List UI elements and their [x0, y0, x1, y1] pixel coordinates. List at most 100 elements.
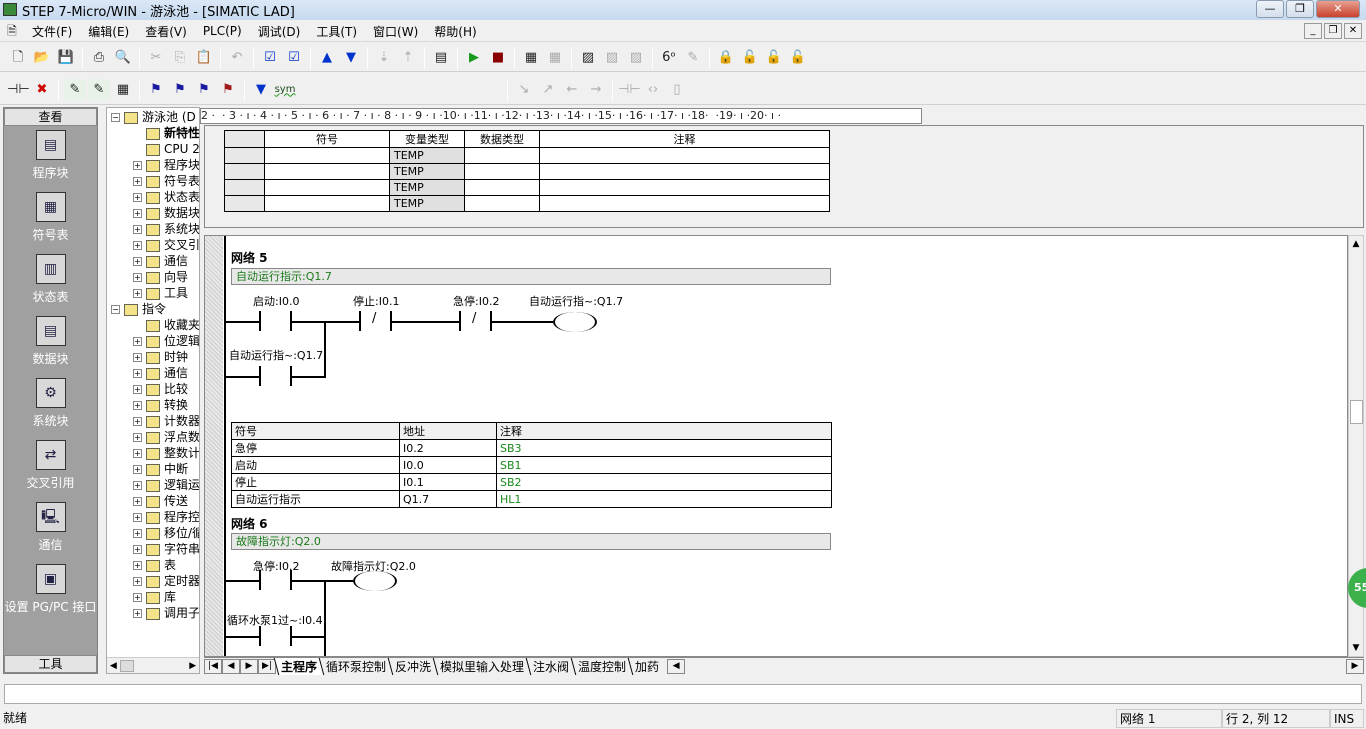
- program-status-icon[interactable]: ▦: [520, 47, 542, 69]
- paste-icon[interactable]: 📋: [193, 47, 215, 69]
- menu-edit[interactable]: 编辑(E): [80, 23, 137, 40]
- nav-system-block[interactable]: ⚙ 系统块: [4, 374, 97, 436]
- row-header[interactable]: [224, 130, 265, 148]
- tree-item[interactable]: + 系统块: [107, 221, 199, 237]
- menu-plc[interactable]: PLC(P): [195, 24, 250, 38]
- comment-cell[interactable]: [539, 147, 830, 164]
- save-all-icon[interactable]: 💾: [55, 47, 77, 69]
- symbol-cell[interactable]: [264, 147, 390, 164]
- tree-horizontal-scrollbar[interactable]: ◀ ▶: [107, 657, 199, 673]
- expand-icon[interactable]: +: [133, 529, 142, 538]
- tree-item[interactable]: 收藏夹: [107, 317, 199, 333]
- tree-item[interactable]: + 时钟: [107, 349, 199, 365]
- read-icon[interactable]: 6ᵒ: [658, 47, 680, 69]
- expand-icon[interactable]: +: [133, 497, 142, 506]
- contact-pump-overload-label[interactable]: 循环水泵1过~:I0.4: [227, 612, 323, 628]
- network-5-title[interactable]: 网络 5: [231, 249, 268, 266]
- chart-status-icon[interactable]: ▨: [577, 47, 599, 69]
- tree-item[interactable]: + 定时器: [107, 573, 199, 589]
- insert-network-icon[interactable]: ⊣⊢: [7, 79, 30, 101]
- network-5-comment[interactable]: 自动运行指示:Q1.7: [231, 268, 831, 285]
- line-left-icon[interactable]: ←: [561, 79, 583, 101]
- expand-icon[interactable]: +: [133, 465, 142, 474]
- coil-label[interactable]: 自动运行指~:Q1.7: [529, 293, 623, 309]
- insert-coil-icon[interactable]: ‹›: [642, 79, 664, 101]
- sort-ascending-icon[interactable]: ⇣: [373, 47, 395, 69]
- undo-icon[interactable]: ↶: [226, 47, 248, 69]
- row-header[interactable]: [224, 179, 265, 196]
- nav-status-table[interactable]: ▥ 状态表: [4, 250, 97, 312]
- data-type-cell[interactable]: [464, 195, 540, 212]
- scroll-up-button[interactable]: ▲: [1349, 236, 1363, 252]
- row-header[interactable]: [224, 147, 265, 164]
- contact-latch-label[interactable]: 自动运行指~:Q1.7: [229, 347, 323, 363]
- insert-box-icon[interactable]: ▯: [666, 79, 688, 101]
- tab-fill-valve[interactable]: 注水阀: [525, 657, 576, 675]
- menu-help[interactable]: 帮助(H): [426, 23, 484, 40]
- tree-item[interactable]: + 字符串: [107, 541, 199, 557]
- compile-all-icon[interactable]: ☑: [283, 47, 305, 69]
- toggle-comments-icon[interactable]: ✎: [88, 78, 110, 101]
- tree-item[interactable]: + 状态表: [107, 189, 199, 205]
- tree-item[interactable]: + 库: [107, 589, 199, 605]
- force-icon[interactable]: 🔒: [715, 47, 737, 69]
- tab-first-button[interactable]: |◀: [204, 658, 222, 674]
- print-preview-icon[interactable]: 🔍: [112, 47, 134, 69]
- expand-icon[interactable]: +: [133, 289, 142, 298]
- nav-set-pgpc-interface[interactable]: ▣ 设置 PG/PC 接口: [4, 560, 97, 622]
- expand-icon[interactable]: +: [133, 337, 142, 346]
- tab-dosing[interactable]: 加药: [627, 657, 666, 675]
- nav-header[interactable]: 查看: [4, 108, 97, 126]
- expand-icon[interactable]: +: [133, 177, 142, 186]
- expand-icon[interactable]: +: [133, 369, 142, 378]
- tree-item[interactable]: + 调用子: [107, 605, 199, 621]
- tree-item[interactable]: + 数据块: [107, 205, 199, 221]
- tab-pump-control[interactable]: 循环泵控制: [318, 657, 393, 675]
- tab-backwash[interactable]: 反冲洗: [387, 657, 438, 675]
- tab-last-button[interactable]: ▶|: [258, 658, 276, 674]
- hscroll-left-button[interactable]: ◀: [667, 658, 686, 674]
- comment-cell[interactable]: [539, 163, 830, 180]
- tree-item[interactable]: + 符号表: [107, 173, 199, 189]
- unforce-icon[interactable]: 🔓: [739, 47, 761, 69]
- close-button[interactable]: ✕: [1316, 0, 1360, 18]
- tree-item[interactable]: + 中断: [107, 461, 199, 477]
- expand-icon[interactable]: +: [133, 513, 142, 522]
- expand-icon[interactable]: +: [133, 593, 142, 602]
- scroll-down-button[interactable]: ▼: [1349, 640, 1363, 656]
- maximize-button[interactable]: ❐: [1286, 0, 1314, 18]
- fault-lamp-coil[interactable]: [353, 571, 397, 591]
- network-6-comment[interactable]: 故障指示灯:Q2.0: [231, 533, 831, 550]
- symbol-cell[interactable]: [264, 195, 390, 212]
- nav-cross-reference[interactable]: ⇄ 交叉引用: [4, 436, 97, 498]
- tree-item[interactable]: 新特性: [107, 125, 199, 141]
- apply-symbols-icon[interactable]: ▼: [250, 79, 272, 101]
- stop-icon[interactable]: ■: [487, 47, 509, 69]
- options-icon[interactable]: ▤: [430, 47, 452, 69]
- expand-icon[interactable]: +: [133, 225, 142, 234]
- download-icon[interactable]: ▼: [340, 47, 362, 69]
- collapse-icon[interactable]: −: [111, 113, 120, 122]
- collapse-icon[interactable]: −: [111, 305, 120, 314]
- nav-symbol-table[interactable]: ▦ 符号表: [4, 188, 97, 250]
- upload-icon[interactable]: ▲: [316, 47, 338, 69]
- open-icon[interactable]: 📂: [31, 47, 53, 69]
- tree-item[interactable]: + 向导: [107, 269, 199, 285]
- expand-icon[interactable]: +: [133, 257, 142, 266]
- sort-descending-icon[interactable]: ⇡: [397, 47, 419, 69]
- expand-icon[interactable]: +: [133, 609, 142, 618]
- expand-icon[interactable]: +: [133, 401, 142, 410]
- expand-icon[interactable]: +: [133, 433, 142, 442]
- remove-bookmarks-icon[interactable]: ⚑: [217, 79, 239, 101]
- next-bookmark-icon[interactable]: ⚑: [169, 79, 191, 101]
- contact-estop-label[interactable]: 急停:I0.2: [453, 293, 499, 309]
- trend-icon[interactable]: ▨: [601, 47, 623, 69]
- tab-main[interactable]: 主程序: [273, 657, 324, 675]
- tree-item[interactable]: + 转换: [107, 397, 199, 413]
- network-6-title[interactable]: 网络 6: [231, 515, 268, 532]
- expand-icon[interactable]: +: [133, 561, 142, 570]
- expand-icon[interactable]: +: [133, 577, 142, 586]
- unforce-all-icon[interactable]: 🔓: [763, 47, 785, 69]
- compile-icon[interactable]: ☑: [259, 47, 281, 69]
- tree-item[interactable]: + 整数计: [107, 445, 199, 461]
